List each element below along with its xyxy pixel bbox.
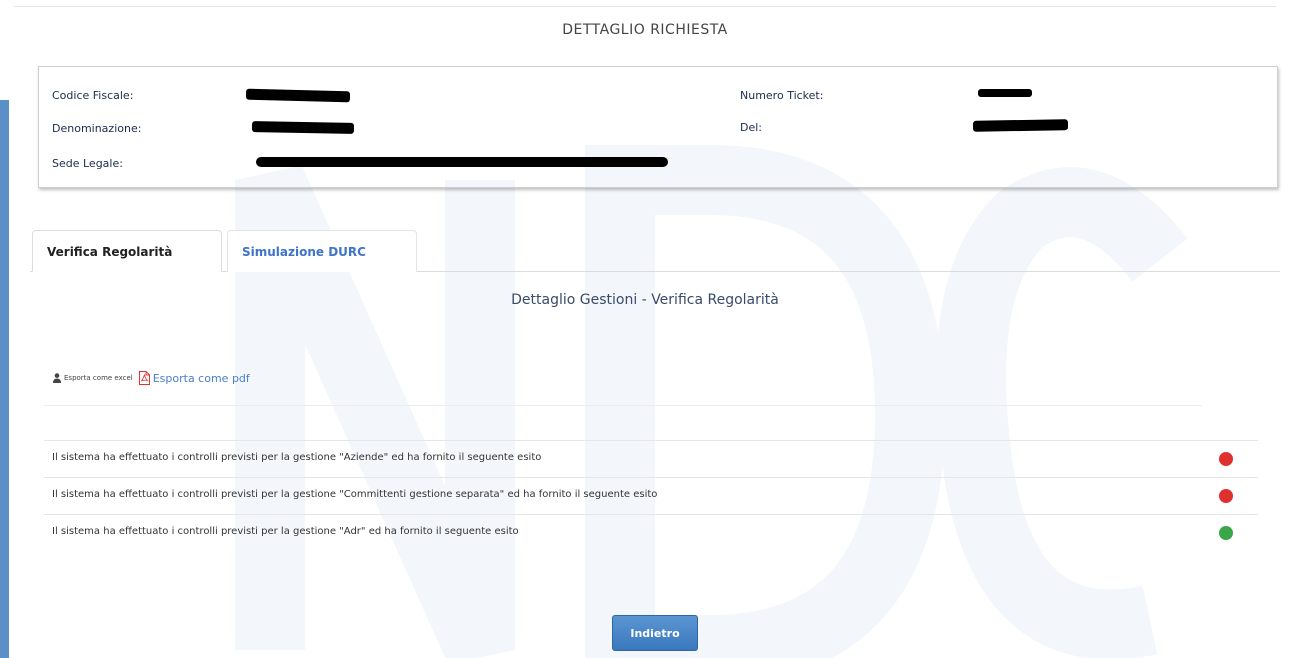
request-info-box bbox=[38, 66, 1278, 188]
export-excel-link[interactable]: Esporta come excel bbox=[64, 374, 133, 382]
del-label: Del: bbox=[740, 121, 762, 134]
denominazione-label: Denominazione: bbox=[52, 122, 142, 135]
back-button[interactable]: Indietro bbox=[612, 615, 698, 651]
list-item: Il sistema ha effettuato i controlli pre… bbox=[44, 477, 1258, 514]
tab-verifica-regolarita[interactable]: Verifica Regolarità bbox=[32, 230, 222, 272]
redacted-del-date bbox=[972, 119, 1069, 132]
top-divider bbox=[14, 6, 1276, 7]
sede-legale-label: Sede Legale: bbox=[52, 157, 123, 170]
user-excel-icon[interactable] bbox=[53, 373, 61, 383]
section-title: Dettaglio Gestioni - Verifica Regolarità bbox=[511, 292, 779, 308]
status-red-icon bbox=[1219, 489, 1233, 503]
list-item: Il sistema ha effettuato i controlli pre… bbox=[44, 514, 1258, 551]
export-pdf-link[interactable]: Esporta come pdf bbox=[153, 372, 250, 385]
left-accent-bar bbox=[0, 100, 9, 658]
codice-fiscale-label: Codice Fiscale: bbox=[52, 89, 134, 102]
redacted-denominazione bbox=[251, 121, 355, 134]
list-item: Il sistema ha effettuato i controlli pre… bbox=[44, 440, 1258, 477]
check-committenti-text: Il sistema ha effettuato i controlli pre… bbox=[52, 489, 658, 500]
pdf-file-icon[interactable] bbox=[138, 371, 150, 385]
checks-list: Il sistema ha effettuato i controlli pre… bbox=[44, 440, 1258, 551]
numero-ticket-label: Numero Ticket: bbox=[740, 89, 824, 102]
tab-simulazione-durc[interactable]: Simulazione DURC bbox=[227, 230, 417, 272]
export-divider bbox=[44, 405, 1202, 406]
export-toolbar: Esporta come excel Esporta come pdf bbox=[53, 369, 250, 387]
page-title: DETTAGLIO RICHIESTA bbox=[562, 22, 728, 38]
check-adr-text: Il sistema ha effettuato i controlli pre… bbox=[52, 526, 519, 537]
status-green-icon bbox=[1219, 526, 1233, 540]
status-red-icon bbox=[1219, 452, 1233, 466]
check-aziende-text: Il sistema ha effettuato i controlli pre… bbox=[52, 452, 542, 463]
redacted-sede-legale bbox=[256, 157, 668, 167]
redacted-numero-ticket bbox=[978, 89, 1032, 97]
page: DETTAGLIO RICHIESTA Codice Fiscale: Deno… bbox=[0, 0, 1290, 658]
